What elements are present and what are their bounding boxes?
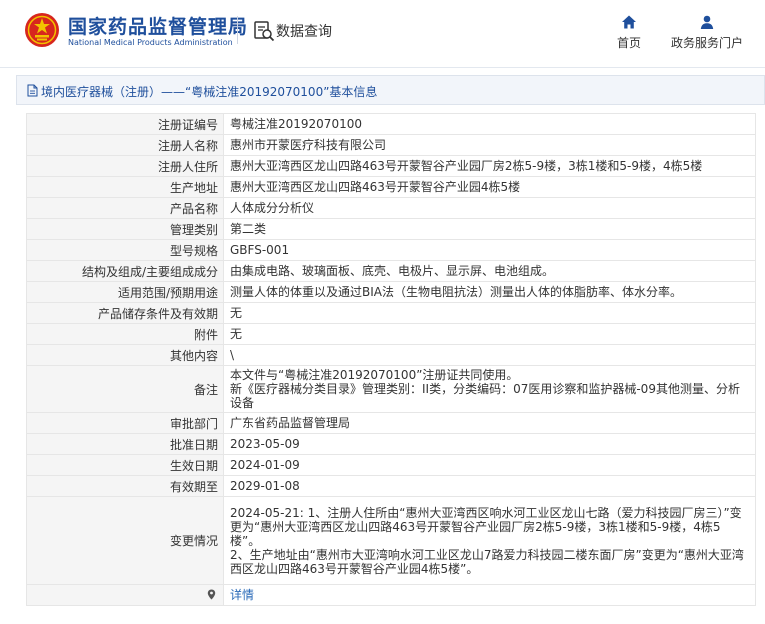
row-value: 无 (223, 302, 756, 324)
table-row: 备注 本文件与“粤械注准20192070100”注册证共同使用。 新《医疗器械分… (26, 365, 756, 413)
org-name-en: National Medical Products Administration (68, 38, 233, 47)
row-label: 产品名称 (26, 197, 224, 219)
row-value: GBFS-001 (223, 239, 756, 261)
row-value: 2029-01-08 (223, 475, 756, 497)
row-label: 型号规格 (26, 239, 224, 261)
table-row: 型号规格 GBFS-001 (26, 239, 756, 261)
row-label: 变更情况 (26, 496, 224, 585)
nav-service-portal-label: 政务服务门户 (670, 36, 743, 50)
row-label: 注册人住所 (26, 155, 224, 177)
document-icon (27, 84, 38, 97)
table-row: 产品储存条件及有效期 无 (26, 302, 756, 324)
table-row: 审批部门 广东省药品监督管理局 (26, 412, 756, 434)
row-label: 适用范围/预期用途 (26, 281, 224, 303)
row-value: 2024-05-21: 1、注册人住所由“惠州大亚湾西区响水河工业区龙山七路（爱… (223, 496, 756, 585)
row-value: 2024-01-09 (223, 454, 756, 476)
row-label: 产品储存条件及有效期 (26, 302, 224, 324)
row-value: 由集成电路、玻璃面板、底壳、电极片、显示屏、电池组成。 (223, 260, 756, 282)
row-label: 管理类别 (26, 218, 224, 240)
row-label: 注册证编号 (26, 113, 224, 135)
device-info-table: 注册证编号 粤械注准20192070100 注册人名称 惠州市开蒙医疗科技有限公… (26, 113, 756, 606)
table-row: 批准日期 2023-05-09 (26, 433, 756, 455)
row-label: 注册人名称 (26, 134, 224, 156)
table-row: 其他内容 \ (26, 344, 756, 366)
breadcrumb: 境内医疗器械（注册）——“粤械注准20192070100”基本信息 (16, 75, 765, 105)
detail-row-label (26, 584, 224, 606)
nav-service-portal-link[interactable]: 政务服务门户 (665, 14, 749, 54)
table-row: 注册人住所 惠州大亚湾西区龙山四路463号开蒙智谷产业园厂房2栋5-9楼，3栋1… (26, 155, 756, 177)
row-label: 审批部门 (26, 412, 224, 434)
breadcrumb-title: 境内医疗器械（注册）——“粤械注准20192070100”基本信息 (41, 85, 378, 99)
header-divider (237, 16, 238, 44)
row-label: 结构及组成/主要组成成分 (26, 260, 224, 282)
row-value: 本文件与“粤械注准20192070100”注册证共同使用。 新《医疗器械分类目录… (223, 365, 756, 413)
row-label: 其他内容 (26, 344, 224, 366)
home-icon (622, 15, 636, 29)
nav-home-label: 首页 (616, 36, 641, 50)
detail-link[interactable]: 详情 (230, 588, 254, 602)
row-label: 生效日期 (26, 454, 224, 476)
table-row: 注册证编号 粤械注准20192070100 (26, 113, 756, 135)
row-value: 人体成分分析仪 (223, 197, 756, 219)
data-query-icon (254, 21, 275, 42)
table-row: 管理类别 第二类 (26, 218, 756, 240)
nmpa-emblem-icon (25, 13, 59, 47)
row-value: 广东省药品监督管理局 (223, 412, 756, 434)
data-query-title: 数据查询 (276, 24, 332, 40)
table-row: 生产地址 惠州大亚湾西区龙山四路463号开蒙智谷产业园4栋5楼 (26, 176, 756, 198)
row-value: 无 (223, 323, 756, 345)
row-label: 附件 (26, 323, 224, 345)
row-value: 惠州市开蒙医疗科技有限公司 (223, 134, 756, 156)
org-name-cn: 国家药品监督管理局 (68, 16, 249, 38)
table-row: 结构及组成/主要组成成分 由集成电路、玻璃面板、底壳、电极片、显示屏、电池组成。 (26, 260, 756, 282)
detail-row-value: 详情 (223, 584, 756, 606)
row-value: \ (223, 344, 756, 366)
table-row: 详情 (26, 584, 756, 606)
row-label: 有效期至 (26, 475, 224, 497)
row-label: 备注 (26, 365, 224, 413)
table-row: 产品名称 人体成分分析仪 (26, 197, 756, 219)
table-row: 适用范围/预期用途 测量人体的体重以及通过BIA法（生物电阻抗法）测量出人体的体… (26, 281, 756, 303)
row-value: 测量人体的体重以及通过BIA法（生物电阻抗法）测量出人体的体脂肪率、体水分率。 (223, 281, 756, 303)
table-row: 有效期至 2029-01-08 (26, 475, 756, 497)
row-value: 第二类 (223, 218, 756, 240)
row-label: 生产地址 (26, 176, 224, 198)
nav-home-link[interactable]: 首页 (609, 14, 649, 54)
table-row: 注册人名称 惠州市开蒙医疗科技有限公司 (26, 134, 756, 156)
row-value: 惠州大亚湾西区龙山四路463号开蒙智谷产业园4栋5楼 (223, 176, 756, 198)
pin-icon (207, 589, 216, 600)
site-header: 国家药品监督管理局 National Medical Products Admi… (0, 0, 765, 68)
table-row: 变更情况 2024-05-21: 1、注册人住所由“惠州大亚湾西区响水河工业区龙… (26, 496, 756, 585)
table-row: 附件 无 (26, 323, 756, 345)
user-icon (700, 15, 714, 29)
row-value: 2023-05-09 (223, 433, 756, 455)
row-value: 惠州大亚湾西区龙山四路463号开蒙智谷产业园厂房2栋5-9楼，3栋1楼和5-9楼… (223, 155, 756, 177)
row-label: 批准日期 (26, 433, 224, 455)
header-border (0, 67, 765, 68)
row-value: 粤械注准20192070100 (223, 113, 756, 135)
table-row: 生效日期 2024-01-09 (26, 454, 756, 476)
